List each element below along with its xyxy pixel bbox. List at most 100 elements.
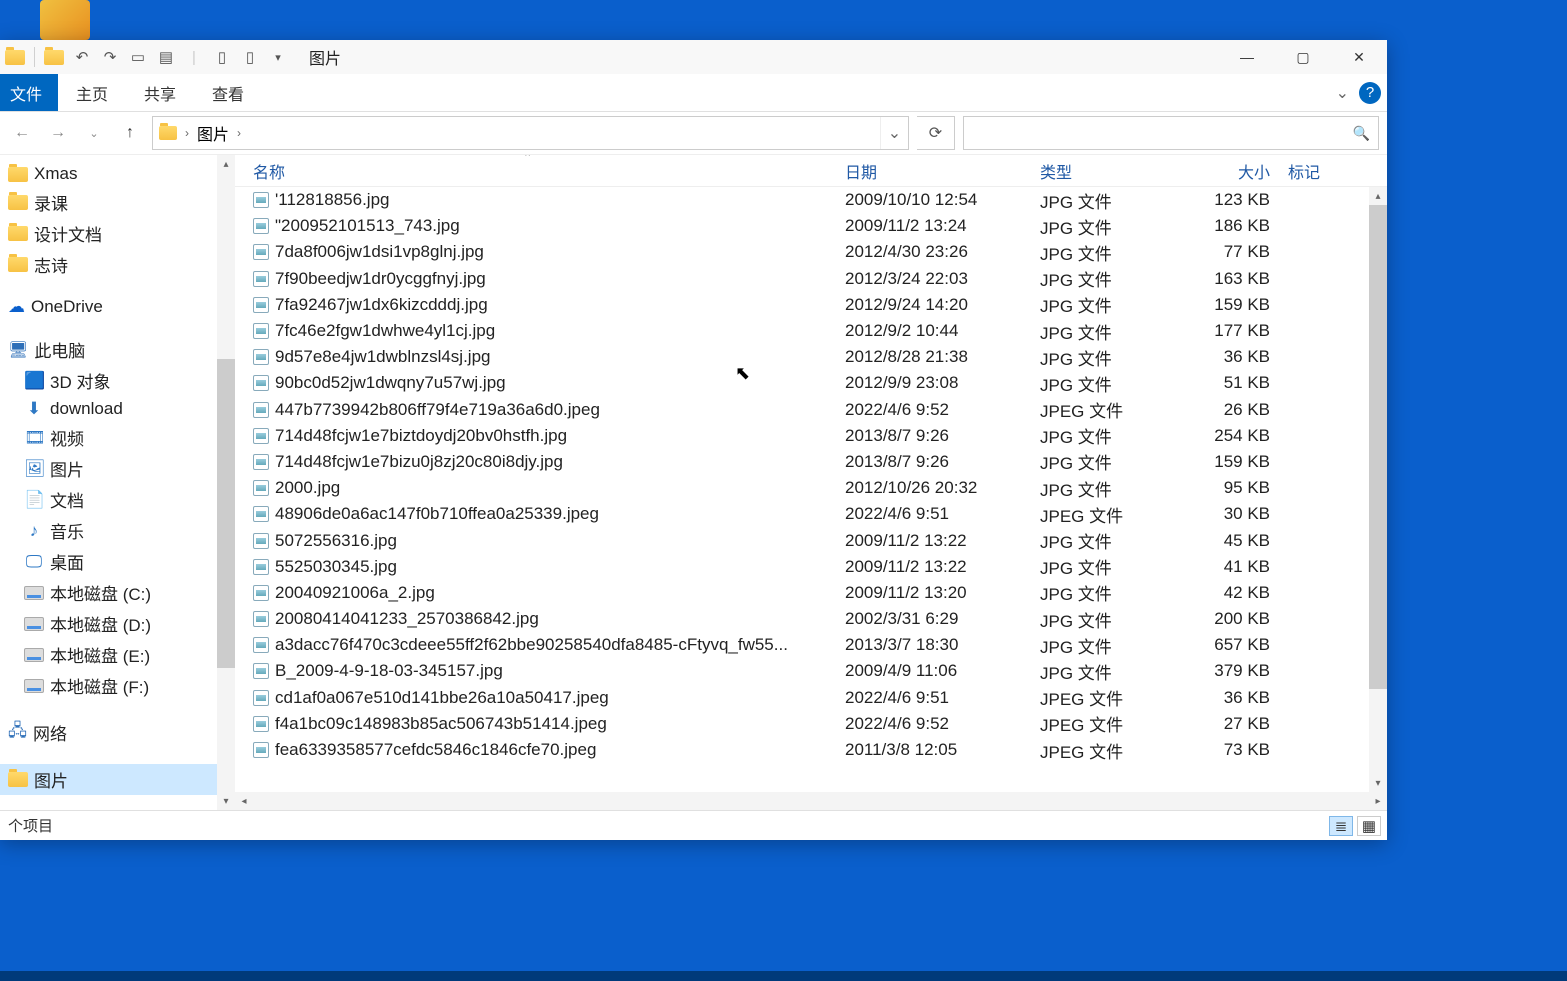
file-row[interactable]: 7f90beedjw1dr0ycggfnyj.jpg 2012/3/24 22:… <box>235 266 1387 292</box>
file-row[interactable]: 714d48fcjw1e7biztdoydj20bv0hstfh.jpg 201… <box>235 423 1387 449</box>
nav-selected-folder[interactable]: 图片 <box>0 764 235 795</box>
file-row[interactable]: '112818856.jpg 2009/10/10 12:54 JPG 文件 1… <box>235 187 1387 213</box>
nav-network[interactable]: 🖧 网络 <box>0 715 235 750</box>
column-header-type[interactable]: 类型 <box>1040 159 1188 183</box>
nav-quick-item[interactable]: 设计文档 <box>0 218 235 249</box>
ribbon-tab-home[interactable]: 主页 <box>58 74 126 111</box>
file-row[interactable]: 7da8f006jw1dsi1vp8glnj.jpg 2012/4/30 23:… <box>235 239 1387 265</box>
nav-pc-item[interactable]: 本地磁盘 (E:) <box>0 639 235 670</box>
nav-quick-item[interactable]: 志诗 <box>0 249 235 280</box>
help-icon[interactable]: ? <box>1359 82 1381 104</box>
ribbon-tab-file[interactable]: 文件 <box>0 74 58 111</box>
file-row[interactable]: 9d57e8e4jw1dwblnzsl4sj.jpg 2012/8/28 21:… <box>235 344 1387 370</box>
scroll-down-button[interactable]: ▾ <box>217 792 235 810</box>
nav-quick-item[interactable]: Xmas <box>0 161 235 187</box>
file-row[interactable]: 7fc46e2fgw1dwhwe4yl1cj.jpg 2012/9/2 10:4… <box>235 318 1387 344</box>
vscroll-up-button[interactable]: ▴ <box>1369 187 1387 205</box>
nav-pc-item[interactable]: 本地磁盘 (D:) <box>0 608 235 639</box>
navigation-pane[interactable]: Xmas录课设计文档志诗 ☁ OneDrive 🖥 此电脑 🟦3D 对象⬇dow… <box>0 155 235 810</box>
column-header-size[interactable]: 大小 <box>1188 159 1270 183</box>
file-row[interactable]: 20080414041233_2570386842.jpg 2002/3/31 … <box>235 606 1387 632</box>
view-large-icons-button[interactable]: ▦ <box>1357 816 1381 836</box>
minimize-button[interactable]: — <box>1219 40 1275 74</box>
file-date: 2009/11/2 13:22 <box>845 557 1040 577</box>
nav-pc-item[interactable]: ⬇download <box>0 396 235 422</box>
breadcrumb-chevron-2[interactable]: › <box>237 126 241 140</box>
maximize-button[interactable]: ▢ <box>1275 40 1331 74</box>
nav-item-label: 3D 对象 <box>50 368 110 393</box>
file-row[interactable]: 714d48fcjw1e7bizu0j8zj20c80i8djy.jpg 201… <box>235 449 1387 475</box>
search-icon[interactable]: 🔍 <box>1353 125 1370 142</box>
nav-pc-item[interactable]: ♪音乐 <box>0 515 235 546</box>
address-dropdown-button[interactable]: ⌄ <box>880 117 908 149</box>
nav-forward-button[interactable]: → <box>44 119 72 147</box>
file-row[interactable]: 2000.jpg 2012/10/26 20:32 JPG 文件 95 KB <box>235 475 1387 501</box>
file-row[interactable]: a3dacc76f470c3cdeee55ff2f62bbe90258540df… <box>235 632 1387 658</box>
title-bar[interactable]: ↶ ↷ ▭ ▤ | ▯ ▯ ▾ 图片 — ▢ ✕ <box>0 40 1387 74</box>
file-row[interactable]: 90bc0d52jw1dwqny7u57wj.jpg 2012/9/9 23:0… <box>235 370 1387 396</box>
file-row[interactable]: 5072556316.jpg 2009/11/2 13:22 JPG 文件 45… <box>235 527 1387 553</box>
file-row[interactable]: 48906de0a6ac147f0b710ffea0a25339.jpeg 20… <box>235 501 1387 527</box>
nav-pc-item[interactable]: 🎞视频 <box>0 422 235 453</box>
qat-redo-button[interactable]: ↷ <box>99 46 121 68</box>
search-field[interactable] <box>964 125 1378 142</box>
ribbon-expand-button[interactable]: ⌄ <box>1336 83 1349 103</box>
nav-pc-item[interactable]: 🖼图片 <box>0 453 235 484</box>
column-header-tag[interactable]: 标记 <box>1270 159 1330 183</box>
search-input[interactable]: 🔍 <box>963 116 1379 150</box>
file-row[interactable]: 20040921006a_2.jpg 2009/11/2 13:20 JPG 文… <box>235 580 1387 606</box>
file-vertical-scrollbar[interactable]: ▴ ▾ <box>1369 187 1387 792</box>
file-name: 714d48fcjw1e7biztdoydj20bv0hstfh.jpg <box>275 426 567 446</box>
hscroll-right-button[interactable]: ▸ <box>1369 792 1387 810</box>
qat-undo-button[interactable]: ↶ <box>71 46 93 68</box>
hscroll-left-button[interactable]: ◂ <box>235 792 253 810</box>
file-row[interactable]: "200952101513_743.jpg 2009/11/2 13:24 JP… <box>235 213 1387 239</box>
column-header-date[interactable]: 日期 <box>845 159 1040 183</box>
breadcrumb-chevron[interactable]: › <box>185 126 189 140</box>
file-horizontal-scrollbar[interactable]: ◂ ▸ <box>235 792 1387 810</box>
scroll-thumb[interactable] <box>217 359 235 669</box>
file-row[interactable]: 447b7739942b806ff79f4e719a36a6d0.jpeg 20… <box>235 397 1387 423</box>
ribbon-tab-view[interactable]: 查看 <box>194 74 262 111</box>
file-row[interactable]: f4a1bc09c148983b85ac506743b51414.jpeg 20… <box>235 711 1387 737</box>
address-bar[interactable]: › 图片 › ⌄ <box>152 116 909 150</box>
qat-button-1[interactable]: ▭ <box>127 46 149 68</box>
view-details-button[interactable]: ≣ <box>1329 816 1353 836</box>
qat-icon[interactable] <box>4 46 26 68</box>
nav-back-button[interactable]: ← <box>8 119 36 147</box>
nav-recent-button[interactable]: ⌄ <box>80 119 108 147</box>
file-name: '112818856.jpg <box>275 190 389 210</box>
nav-this-pc[interactable]: 🖥 此电脑 <box>0 334 235 365</box>
nav-pc-item[interactable]: 🟦3D 对象 <box>0 365 235 396</box>
column-header-name[interactable]: 名称 ⌃ <box>253 159 845 183</box>
nav-pc-item[interactable]: 🖵桌面 <box>0 546 235 577</box>
ribbon-tab-share[interactable]: 共享 <box>126 74 194 111</box>
scroll-up-button[interactable]: ▴ <box>217 155 235 173</box>
vscroll-down-button[interactable]: ▾ <box>1369 774 1387 792</box>
nav-pc-item[interactable]: 本地磁盘 (C:) <box>0 577 235 608</box>
qat-customize-button[interactable]: ▾ <box>267 46 289 68</box>
file-row[interactable]: fea6339358577cefdc5846c1846cfe70.jpeg 20… <box>235 737 1387 763</box>
qat-folder-icon[interactable] <box>43 46 65 68</box>
file-rows[interactable]: '112818856.jpg 2009/10/10 12:54 JPG 文件 1… <box>235 187 1387 792</box>
nav-scrollbar[interactable]: ▴ ▾ <box>217 155 235 810</box>
nav-pc-item[interactable]: 📄文档 <box>0 484 235 515</box>
file-row[interactable]: 5525030345.jpg 2009/11/2 13:22 JPG 文件 41… <box>235 554 1387 580</box>
breadcrumb-segment[interactable]: 图片 <box>197 121 229 145</box>
file-row[interactable]: 7fa92467jw1dx6kizcdddj.jpg 2012/9/24 14:… <box>235 292 1387 318</box>
taskbar[interactable] <box>0 971 1567 981</box>
qat-button-4[interactable]: ▯ <box>239 46 261 68</box>
refresh-button[interactable]: ⟳ <box>917 116 955 150</box>
vscroll-thumb[interactable] <box>1369 205 1387 689</box>
qat-button-2[interactable]: ▤ <box>155 46 177 68</box>
nav-item-label: 图片 <box>50 456 84 481</box>
qat-button-3[interactable]: ▯ <box>211 46 233 68</box>
nav-up-button[interactable]: ↑ <box>116 119 144 147</box>
file-name: 7fc46e2fgw1dwhwe4yl1cj.jpg <box>275 321 495 341</box>
file-row[interactable]: B_2009-4-9-18-03-345157.jpg 2009/4/9 11:… <box>235 658 1387 684</box>
nav-quick-item[interactable]: 录课 <box>0 187 235 218</box>
nav-pc-item[interactable]: 本地磁盘 (F:) <box>0 670 235 701</box>
file-row[interactable]: cd1af0a067e510d141bbe26a10a50417.jpeg 20… <box>235 685 1387 711</box>
close-button[interactable]: ✕ <box>1331 40 1387 74</box>
nav-onedrive[interactable]: ☁ OneDrive <box>0 294 235 320</box>
